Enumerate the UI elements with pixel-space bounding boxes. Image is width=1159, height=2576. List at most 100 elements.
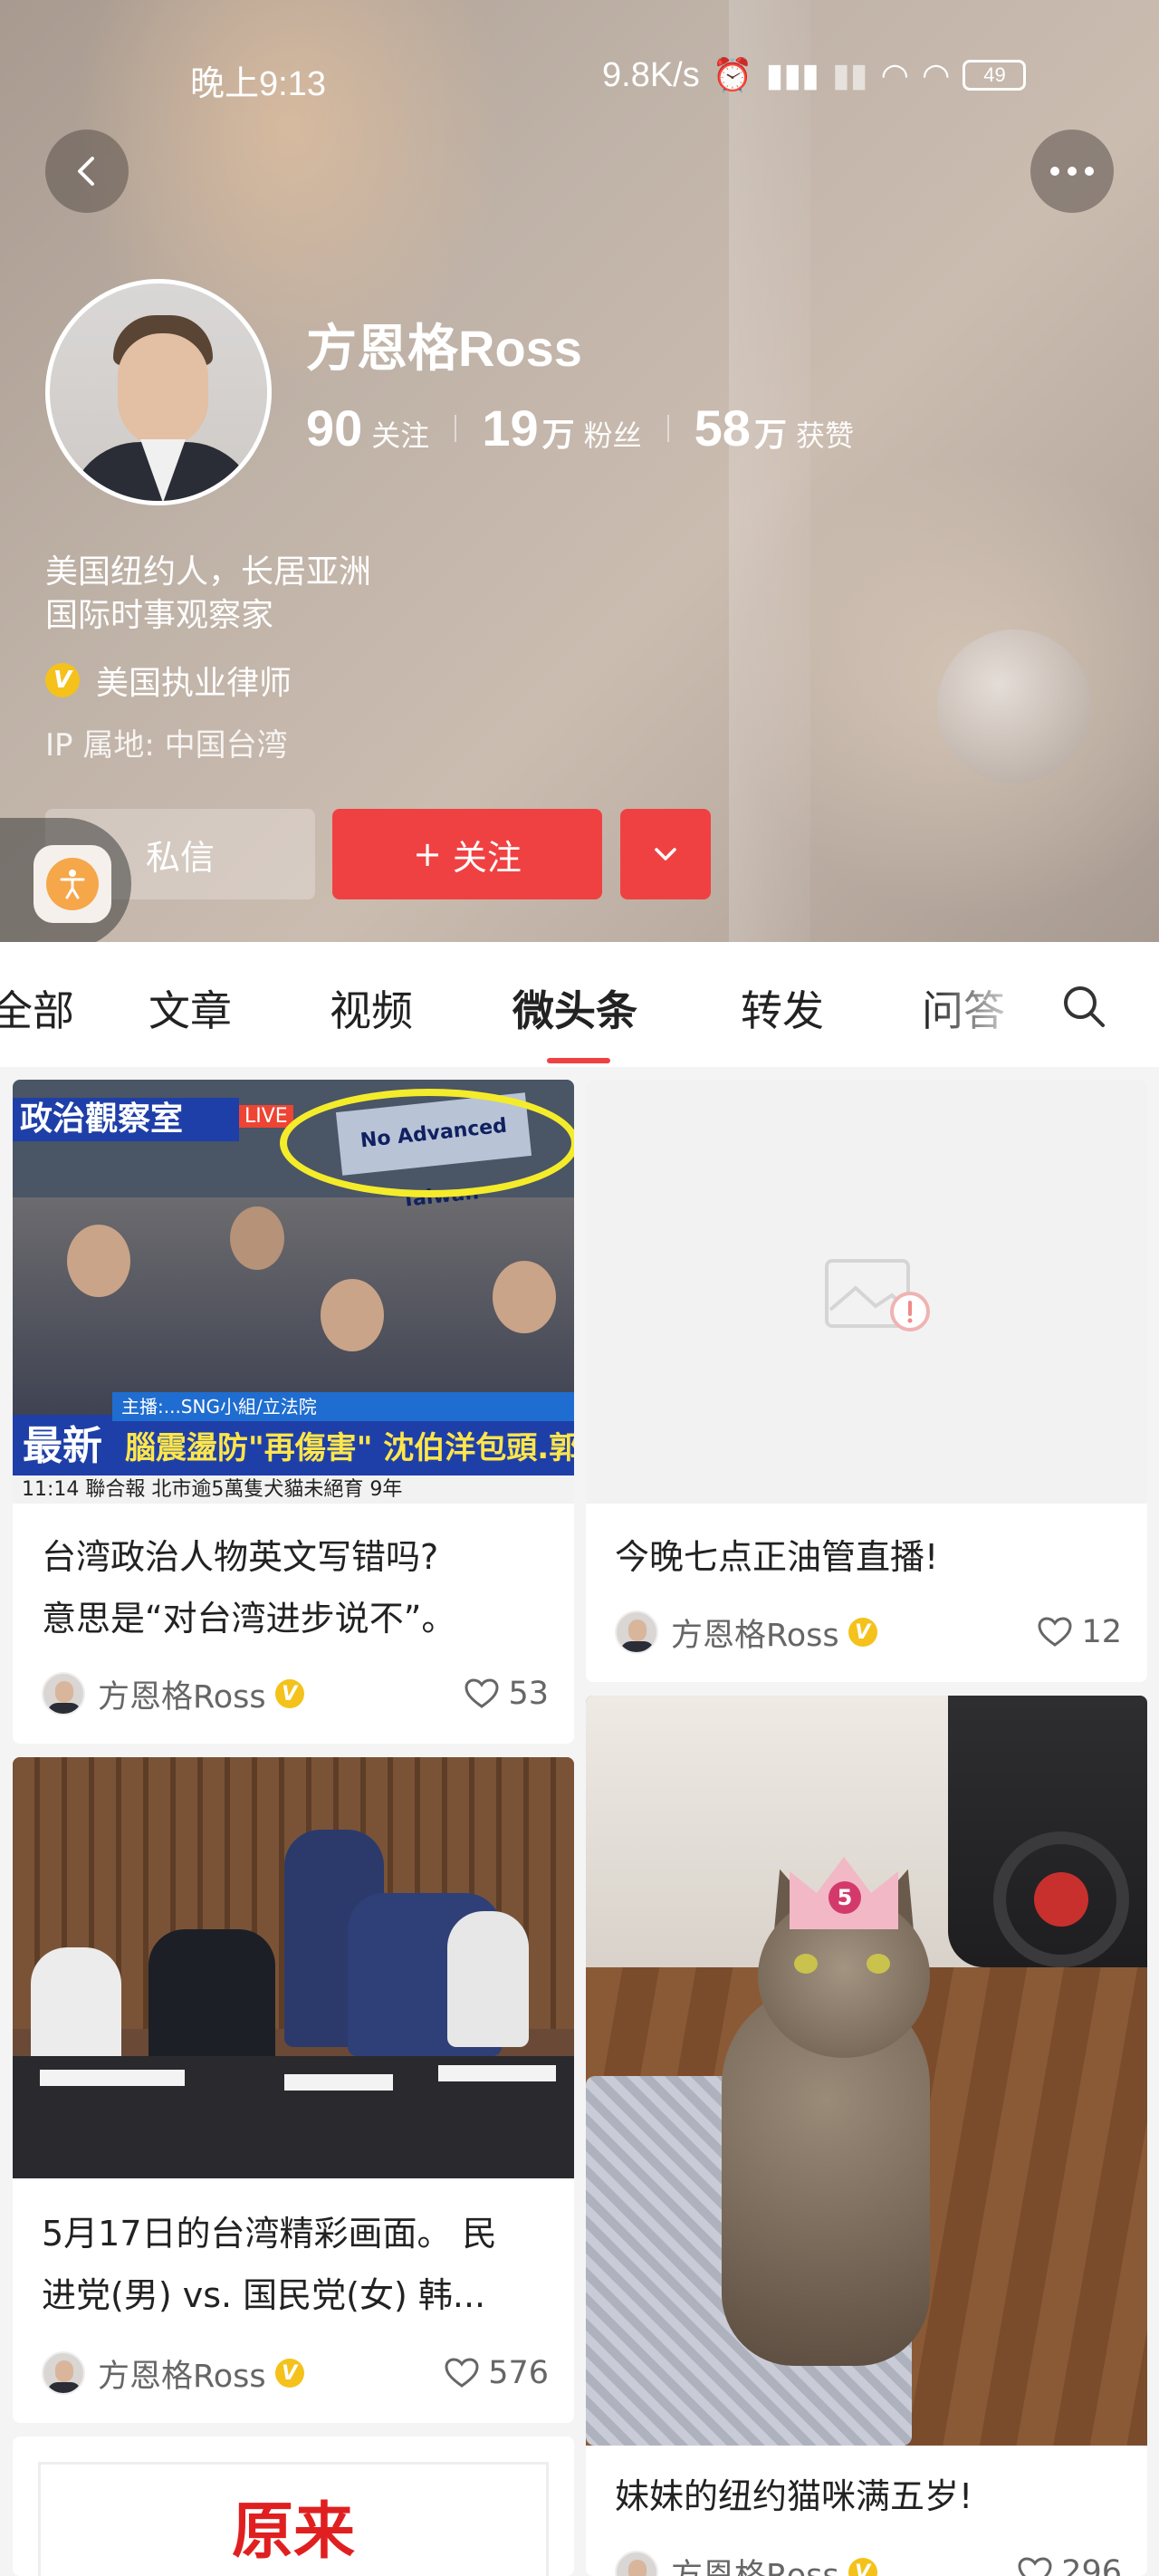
stat-fans[interactable]: 19 万 粉丝 bbox=[482, 399, 641, 457]
post-title[interactable]: 5月17日的台湾精彩画面。 民 进党(男) vs. 国民党(女) 韩... bbox=[42, 2203, 497, 2326]
verification-line: V 美国执业律师 bbox=[45, 657, 292, 704]
stat-likes[interactable]: 58 万 获赞 bbox=[694, 399, 854, 457]
crown-number: 5 bbox=[829, 1881, 861, 1914]
back-button[interactable] bbox=[45, 130, 129, 213]
author-avatar[interactable] bbox=[42, 2351, 85, 2395]
follow-dropdown-button[interactable] bbox=[620, 809, 711, 899]
status-bar: 晚上9:13 9.8K/s ⏰ ▮▮▮ ▮▮ ◠ ◠ 49 bbox=[0, 50, 1159, 104]
author-name[interactable]: 方恩格Ross bbox=[98, 2350, 266, 2397]
status-icons: 9.8K/s ⏰ ▮▮▮ ▮▮ ◠ ◠ 49 bbox=[602, 55, 1027, 95]
post-title[interactable]: 今晚七点正油管直播! bbox=[615, 1526, 938, 1588]
stat-following[interactable]: 90 关注 bbox=[306, 399, 429, 457]
verified-badge-icon: V bbox=[274, 1679, 304, 1708]
hotspot-icon: ◠ bbox=[922, 56, 951, 93]
tab-all[interactable]: 全部 bbox=[0, 978, 74, 1038]
like-count: 576 bbox=[488, 2355, 549, 2391]
chevron-left-icon bbox=[78, 157, 94, 186]
search-icon bbox=[1064, 986, 1105, 1027]
more-button[interactable] bbox=[1030, 130, 1114, 213]
bio-line: 美国纽约人，长居亚洲 bbox=[45, 553, 372, 591]
like-button[interactable]: 12 bbox=[1038, 1614, 1122, 1650]
author-name[interactable]: 方恩格Ross bbox=[98, 1671, 266, 1717]
author-avatar[interactable] bbox=[42, 1672, 85, 1716]
feed-card[interactable]: 今晚七点正油管直播! 方恩格Ross V 12 bbox=[586, 1080, 1147, 1682]
background-decor bbox=[729, 0, 810, 942]
alarm-icon: ⏰ bbox=[712, 56, 753, 93]
live-label: LIVE bbox=[239, 1105, 293, 1128]
plus-icon: + bbox=[413, 834, 442, 874]
post-image[interactable]: 政治觀察室 LIVE No Advanced Taiwan 主播:...SNG小… bbox=[13, 1080, 574, 1504]
feed-card[interactable]: 5 妹妹的纽约猫咪满五岁! 方恩格Ross V 296 bbox=[586, 1696, 1147, 2576]
post-footer: 方恩格Ross V 576 bbox=[42, 2348, 549, 2398]
like-count: 296 bbox=[1061, 2554, 1122, 2576]
heart-icon bbox=[1018, 2557, 1052, 2576]
network-speed: 9.8K/s bbox=[602, 55, 700, 94]
stat-divider bbox=[455, 414, 457, 442]
like-count: 12 bbox=[1081, 1614, 1122, 1650]
post-footer: 方恩格Ross V 12 bbox=[615, 1607, 1122, 1658]
news-ticker: 11:14 聯合報 北市逾5萬隻犬貓未絕育 9年 bbox=[13, 1475, 574, 1504]
verified-badge-icon: V bbox=[45, 663, 80, 697]
post-image[interactable]: 原来 bbox=[38, 2462, 549, 2576]
follow-button[interactable]: + 关注 bbox=[332, 809, 602, 899]
post-footer: 方恩格Ross V 296 bbox=[615, 2547, 1122, 2576]
author-avatar[interactable] bbox=[615, 1610, 658, 1654]
post-title[interactable]: 台湾政治人物英文写错吗? 意思是“对台湾进步说不”。 bbox=[42, 1526, 455, 1649]
bio-line: 国际时事观察家 bbox=[45, 597, 274, 634]
profile-stats: 90 关注 19 万 粉丝 58 万 获赞 bbox=[306, 399, 854, 457]
image-headline: 原来 bbox=[231, 2495, 355, 2568]
chevron-down-icon bbox=[655, 848, 676, 860]
author-avatar[interactable] bbox=[615, 2551, 658, 2576]
highlight-circle bbox=[280, 1089, 574, 1197]
broken-image-icon bbox=[825, 1259, 930, 1331]
news-headline: 腦震盪防"再傷害" 沈伯洋包頭.郭 bbox=[112, 1421, 574, 1475]
feed-card[interactable]: 5月17日的台湾精彩画面。 民 进党(男) vs. 国民党(女) 韩... 方恩… bbox=[13, 1757, 574, 2423]
verification-text: 美国执业律师 bbox=[96, 665, 292, 702]
tab-micro-posts[interactable]: 微头条 bbox=[512, 978, 637, 1038]
wifi-icon: ◠ bbox=[880, 56, 910, 93]
ip-location: IP 属地: 中国台湾 bbox=[45, 727, 288, 764]
signal-icon: ▮▮▮ bbox=[765, 56, 819, 93]
profile-header: 晚上9:13 9.8K/s ⏰ ▮▮▮ ▮▮ ◠ ◠ 49 方恩格Ross 90… bbox=[0, 0, 1159, 942]
author-name[interactable]: 方恩格Ross bbox=[671, 1610, 839, 1656]
heart-icon bbox=[445, 2358, 479, 2388]
news-channel-label: 政治觀察室 bbox=[13, 1098, 239, 1141]
author-name[interactable]: 方恩格Ross bbox=[671, 2550, 839, 2576]
verified-badge-icon: V bbox=[848, 1618, 877, 1647]
like-button[interactable]: 296 bbox=[1018, 2554, 1122, 2576]
avatar[interactable] bbox=[45, 279, 272, 505]
like-button[interactable]: 576 bbox=[445, 2355, 549, 2391]
post-image[interactable] bbox=[13, 1757, 574, 2178]
profile-name: 方恩格Ross bbox=[306, 320, 582, 377]
status-time: 晚上9:13 bbox=[190, 65, 326, 103]
feed-card[interactable]: 原来 bbox=[13, 2437, 574, 2576]
stat-divider bbox=[666, 414, 669, 442]
verified-badge-icon: V bbox=[274, 2359, 304, 2388]
post-footer: 方恩格Ross V 53 bbox=[42, 1668, 549, 1719]
like-button[interactable]: 53 bbox=[465, 1676, 549, 1712]
post-title[interactable]: 妹妹的纽约猫咪满五岁! bbox=[615, 2465, 972, 2527]
news-latest-label: 最新 bbox=[13, 1415, 112, 1478]
like-count: 53 bbox=[508, 1676, 549, 1712]
content-tabs: 全部 文章 视频 微头条 转发 问答 bbox=[0, 942, 1159, 1067]
feed-card[interactable]: 政治觀察室 LIVE No Advanced Taiwan 主播:...SNG小… bbox=[13, 1080, 574, 1744]
news-subtitle: 主播:...SNG小組/立法院 bbox=[112, 1392, 574, 1421]
background-decor-ball bbox=[937, 630, 1091, 783]
tab-reposts[interactable]: 转发 bbox=[741, 978, 824, 1038]
verified-badge-icon: V bbox=[848, 2558, 877, 2576]
post-image[interactable]: 5 bbox=[586, 1696, 1147, 2446]
accessibility-icon bbox=[46, 857, 99, 910]
tab-active-indicator bbox=[547, 1058, 610, 1063]
heart-icon bbox=[1038, 1617, 1072, 1647]
tab-articles[interactable]: 文章 bbox=[148, 978, 232, 1038]
post-image-placeholder[interactable] bbox=[586, 1080, 1147, 1504]
signal-weak-icon: ▮▮ bbox=[832, 56, 868, 93]
profile-bio: 美国纽约人，长居亚洲 国际时事观察家 bbox=[45, 551, 371, 638]
accessibility-float-button[interactable] bbox=[0, 818, 131, 942]
more-dots-icon bbox=[1050, 167, 1094, 176]
follow-label: 关注 bbox=[452, 837, 522, 878]
heart-icon bbox=[465, 1678, 499, 1708]
battery-icon: 49 bbox=[963, 60, 1027, 91]
search-button[interactable] bbox=[1061, 984, 1106, 1029]
tab-videos[interactable]: 视频 bbox=[330, 978, 413, 1038]
